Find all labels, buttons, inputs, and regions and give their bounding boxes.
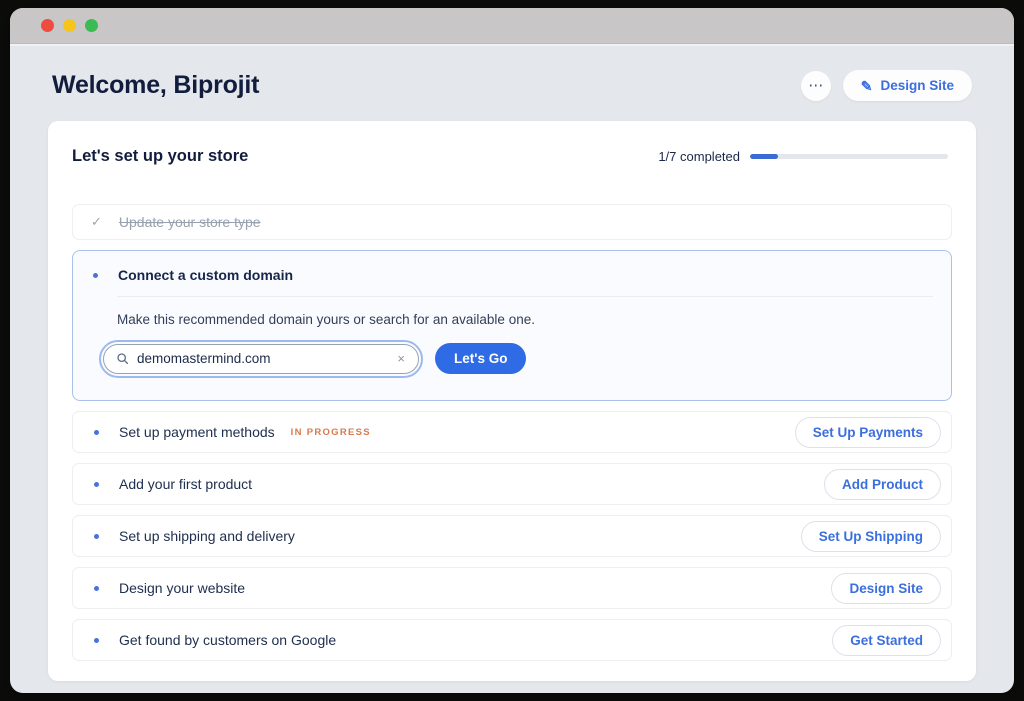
task-label: Set up shipping and delivery xyxy=(119,528,295,544)
task-label: Update your store type xyxy=(119,214,261,230)
task-label: Connect a custom domain xyxy=(118,267,293,283)
bullet-icon xyxy=(94,534,99,539)
divider xyxy=(117,296,933,297)
task-design-your-website[interactable]: Design your website Design Site xyxy=(72,567,952,609)
setup-checklist-card: Let's set up your store 1/7 completed ✓ … xyxy=(48,121,976,681)
in-progress-badge: IN PROGRESS xyxy=(291,427,371,438)
set-up-shipping-button[interactable]: Set Up Shipping xyxy=(801,521,941,552)
ellipsis-icon: ⋯ xyxy=(808,77,823,94)
task-set-up-payment-methods[interactable]: Set up payment methods IN PROGRESS Set U… xyxy=(72,411,952,453)
header-actions: ⋯ ✎ Design Site xyxy=(801,70,972,101)
progress-label: 1/7 completed xyxy=(658,149,740,164)
task-list: ✓ Update your store type Connect a custo… xyxy=(72,204,952,661)
page-title: Welcome, Biprojit xyxy=(52,71,259,100)
task-update-store-type[interactable]: ✓ Update your store type xyxy=(72,204,952,240)
set-up-payments-button[interactable]: Set Up Payments xyxy=(795,417,941,448)
more-actions-button[interactable]: ⋯ xyxy=(801,71,831,101)
domain-search-row: × Let's Go xyxy=(103,343,933,374)
task-label: Design your website xyxy=(119,580,245,596)
close-window-icon[interactable] xyxy=(41,19,54,32)
task-add-first-product[interactable]: Add your first product Add Product xyxy=(72,463,952,505)
design-site-task-button[interactable]: Design Site xyxy=(831,573,941,604)
clear-input-icon[interactable]: × xyxy=(395,352,407,365)
page-header: Welcome, Biprojit ⋯ ✎ Design Site xyxy=(48,46,976,121)
bullet-icon xyxy=(94,638,99,643)
minimize-window-icon[interactable] xyxy=(63,19,76,32)
progress-bar-track xyxy=(750,154,948,159)
expanded-task-header[interactable]: Connect a custom domain xyxy=(87,267,933,283)
task-connect-custom-domain: Connect a custom domain Make this recomm… xyxy=(72,250,952,401)
zoom-window-icon[interactable] xyxy=(85,19,98,32)
checkmark-icon: ✓ xyxy=(91,214,102,230)
browser-window: Welcome, Biprojit ⋯ ✎ Design Site Let's … xyxy=(10,8,1014,693)
window-titlebar xyxy=(10,8,1014,44)
task-description: Make this recommended domain yours or se… xyxy=(117,312,933,327)
task-label: Add your first product xyxy=(119,476,252,492)
bullet-icon xyxy=(94,482,99,487)
bullet-icon xyxy=(93,273,98,278)
design-site-header-button[interactable]: ✎ Design Site xyxy=(843,70,972,101)
setup-card-title: Let's set up your store xyxy=(72,147,248,166)
pencil-icon: ✎ xyxy=(861,79,873,93)
bullet-icon xyxy=(94,430,99,435)
task-label: Set up payment methods xyxy=(119,424,275,440)
progress-indicator: 1/7 completed xyxy=(658,149,952,164)
bullet-icon xyxy=(94,586,99,591)
task-get-found-on-google[interactable]: Get found by customers on Google Get Sta… xyxy=(72,619,952,661)
setup-card-header: Let's set up your store 1/7 completed xyxy=(72,143,952,166)
get-started-button[interactable]: Get Started xyxy=(832,625,941,656)
search-icon xyxy=(116,352,129,365)
dashboard-content: Welcome, Biprojit ⋯ ✎ Design Site Let's … xyxy=(10,44,1014,692)
traffic-lights xyxy=(41,19,98,32)
progress-bar-fill xyxy=(750,154,778,159)
domain-search-input[interactable] xyxy=(137,351,387,366)
task-label: Get found by customers on Google xyxy=(119,632,336,648)
add-product-button[interactable]: Add Product xyxy=(824,469,941,500)
domain-search-field: × xyxy=(103,344,419,374)
lets-go-button[interactable]: Let's Go xyxy=(435,343,526,374)
design-site-header-label: Design Site xyxy=(880,78,954,93)
task-set-up-shipping[interactable]: Set up shipping and delivery Set Up Ship… xyxy=(72,515,952,557)
